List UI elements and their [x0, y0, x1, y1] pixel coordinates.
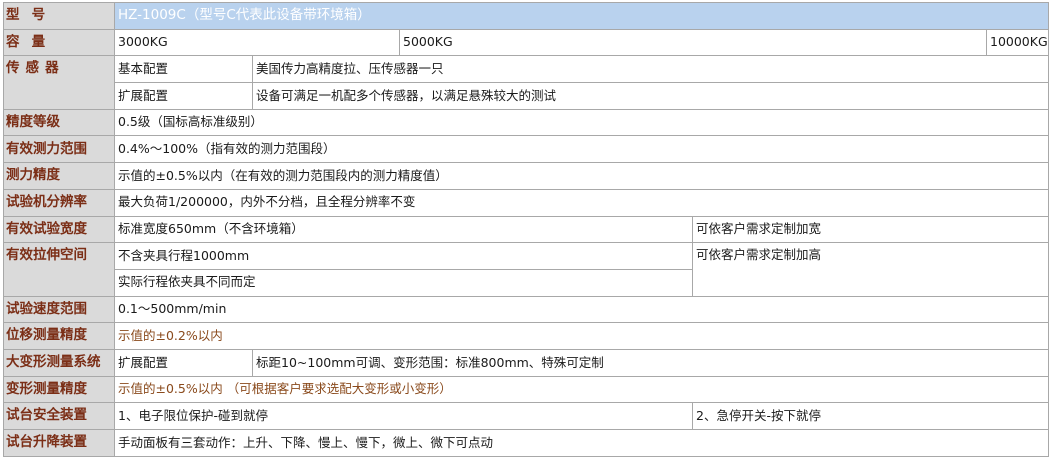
model-label: 型号 — [3, 2, 115, 30]
row-lifting: 试台升降装置 手动面板有三套动作：上升、下降、慢上、慢下，微上、微下可点动 — [3, 429, 1050, 457]
speed-range-label: 试验速度范围 — [3, 295, 115, 324]
tensile-space-label: 有效拉伸空间 — [3, 242, 115, 297]
model-value: HZ-1009C（型号C代表此设备带环境箱） — [113, 2, 1050, 30]
row-accuracy-grade: 精度等级 0.5级（国标高标准级别） — [3, 108, 1050, 137]
sensor-basic-sub: 基本配置 — [114, 55, 253, 84]
displacement-accuracy-value: 示值的±0.2%以内 — [113, 322, 1050, 350]
force-accuracy-value: 示值的±0.5%以内（在有效的测力范围段内的测力精度值） — [113, 162, 1050, 190]
capacity-5000: 5000KG — [399, 28, 987, 57]
test-width-label: 有效试验宽度 — [3, 215, 115, 244]
lifting-label: 试台升降装置 — [3, 429, 115, 457]
sensor-extended-value: 设备可满足一机配多个传感器，以满足悬殊较大的测试 — [251, 82, 1050, 110]
row-speed-range: 试验速度范围 0.1～500mm/min — [3, 295, 1050, 324]
row-displacement-accuracy: 位移测量精度 示值的±0.2%以内 — [3, 322, 1050, 350]
large-deformation-value: 标距10~100mm可调、变形范围：标准800mm、特殊可定制 — [251, 348, 1050, 377]
row-deformation-accuracy: 变形测量精度 示值的±0.5%以内 （可根据客户要求选配大变形或小变形） — [3, 375, 1050, 404]
resolution-label: 试验机分辨率 — [3, 188, 115, 217]
row-force-accuracy: 测力精度 示值的±0.5%以内（在有效的测力范围段内的测力精度值） — [3, 162, 1050, 190]
capacity-10000: 10000KG — [985, 28, 1050, 57]
safety-label: 试台安全装置 — [3, 402, 115, 430]
force-range-label: 有效测力范围 — [3, 135, 115, 164]
resolution-value: 最大负荷1/200000，内外不分档，且全程分辨率不变 — [113, 188, 1050, 217]
sensor-extended-sub: 扩展配置 — [114, 82, 253, 110]
speed-range-value: 0.1～500mm/min — [113, 295, 1050, 324]
tensile-space-value-2: 实际行程依夹具不同而定 — [114, 268, 693, 297]
row-force-range: 有效测力范围 0.4%～100%（指有效的测力范围段） — [3, 135, 1050, 164]
tensile-space-value-1: 不含夹具行程1000mm — [114, 242, 693, 270]
row-safety: 试台安全装置 1、电子限位保护-碰到就停 2、急停开关-按下就停 — [3, 402, 1050, 430]
sensor-basic-value: 美国传力高精度拉、压传感器一只 — [251, 55, 1050, 84]
test-width-note: 可依客户需求定制加宽 — [691, 215, 1050, 244]
row-sensor-extended: 扩展配置 设备可满足一机配多个传感器，以满足悬殊较大的测试 — [4, 82, 1050, 110]
row-capacity: 容量 3000KG 5000KG 10000KG — [3, 28, 1050, 57]
accuracy-grade-value: 0.5级（国标高标准级别） — [113, 108, 1050, 137]
accuracy-grade-label: 精度等级 — [3, 108, 115, 137]
row-tensile-space-1: 有效拉伸空间 不含夹具行程1000mm 可依客户需求定制加高 — [3, 242, 1050, 297]
row-test-width: 有效试验宽度 标准宽度650mm（不含环境箱） 可依客户需求定制加宽 — [3, 215, 1050, 244]
force-accuracy-label: 测力精度 — [3, 162, 115, 190]
capacity-3000: 3000KG — [114, 28, 400, 57]
row-model: 型号 HZ-1009C（型号C代表此设备带环境箱） — [3, 2, 1050, 30]
deformation-accuracy-value: 示值的±0.5%以内 （可根据客户要求选配大变形或小变形） — [113, 375, 1050, 404]
row-resolution: 试验机分辨率 最大负荷1/200000，内外不分档，且全程分辨率不变 — [3, 188, 1050, 217]
tensile-space-note: 可依客户需求定制加高 — [691, 242, 1050, 297]
large-deformation-label: 大变形测量系统 — [3, 348, 115, 377]
force-range-value: 0.4%～100%（指有效的测力范围段） — [113, 135, 1050, 164]
safety-value-1: 1、电子限位保护-碰到就停 — [114, 402, 693, 430]
row-large-deformation: 大变形测量系统 扩展配置 标距10~100mm可调、变形范围：标准800mm、特… — [3, 348, 1050, 377]
deformation-accuracy-label: 变形测量精度 — [3, 375, 115, 404]
safety-value-2: 2、急停开关-按下就停 — [691, 402, 1050, 430]
lifting-value: 手动面板有三套动作：上升、下降、慢上、慢下，微上、微下可点动 — [113, 429, 1050, 457]
capacity-label: 容量 — [3, 28, 115, 57]
large-deformation-sub: 扩展配置 — [114, 348, 253, 377]
sensor-label: 传 感 器 — [3, 55, 115, 110]
spec-table: 型号 HZ-1009C（型号C代表此设备带环境箱） 容量 3000KG 5000… — [3, 2, 1050, 457]
row-sensor-basic: 传 感 器 基本配置 美国传力高精度拉、压传感器一只 — [3, 55, 1050, 110]
test-width-value: 标准宽度650mm（不含环境箱） — [114, 215, 693, 244]
displacement-accuracy-label: 位移测量精度 — [3, 322, 115, 350]
